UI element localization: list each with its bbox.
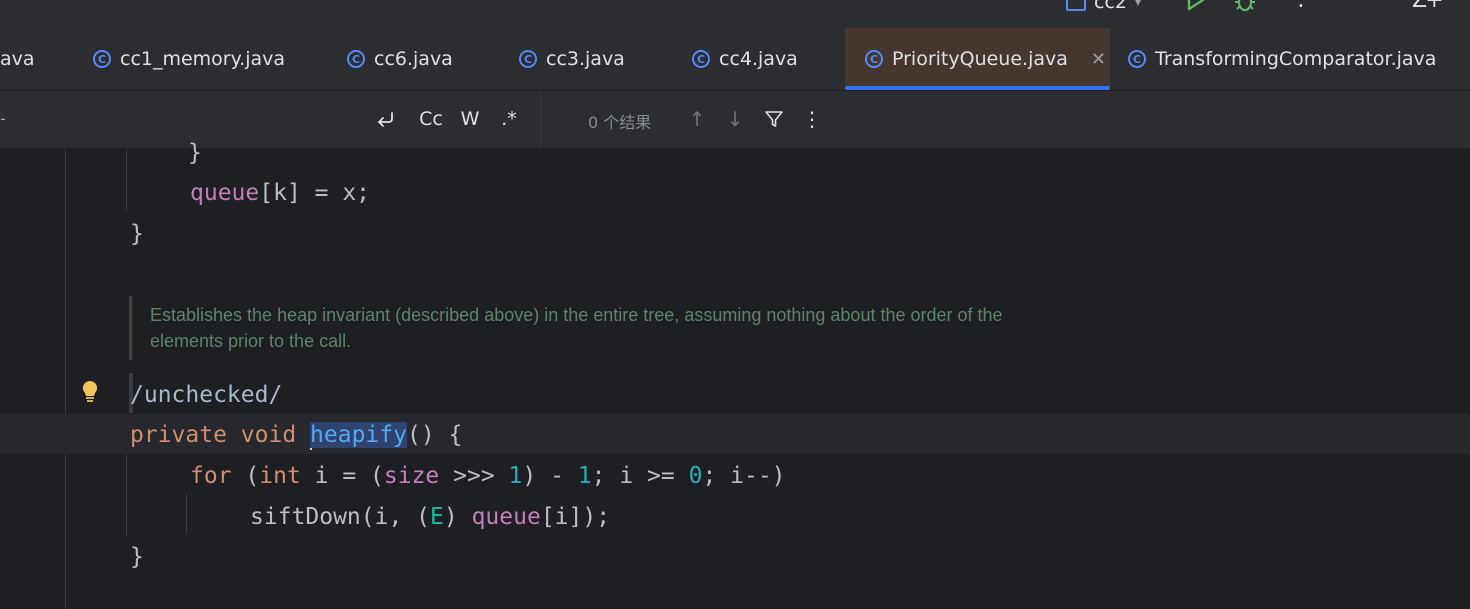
indent-guide — [126, 454, 127, 536]
code-line: } — [130, 221, 144, 247]
chevron-down-icon: ▾ — [1134, 0, 1142, 9]
tab-transformingcomparator[interactable]: C TransformingComparator.java — [1128, 28, 1436, 90]
add-icon[interactable]: Z+ — [1412, 0, 1443, 13]
tab-cc1-memory[interactable]: C cc1_memory.java — [93, 28, 285, 90]
close-icon[interactable]: ✕ — [1091, 49, 1106, 70]
lightbulb-icon[interactable] — [80, 380, 100, 404]
code-line: } — [188, 140, 202, 166]
find-bar-divider — [540, 91, 541, 148]
debug-icon[interactable] — [1232, 0, 1258, 14]
tab-label: cc6.java — [374, 48, 453, 70]
class-icon: C — [865, 50, 883, 68]
run-icon[interactable] — [1183, 0, 1207, 12]
match-case-button[interactable]: Cc — [416, 105, 446, 133]
filter-icon[interactable] — [761, 105, 787, 133]
annotation-text: /unchecked/ — [130, 382, 283, 408]
run-config-selector[interactable]: cc2 ▾ — [1066, 0, 1141, 13]
run-config-label: cc2 — [1094, 0, 1127, 13]
arrow-down-icon[interactable]: ↓ — [722, 105, 748, 133]
siftdown-line: siftDown(i, (E) queue[i]); — [250, 504, 611, 530]
main-toolbar: cc2 ▾ ⋮ Z+ — [0, 0, 1470, 28]
tab-label: cc3.java — [546, 48, 625, 70]
class-icon: C — [519, 50, 537, 68]
method-name: heapify — [310, 422, 407, 448]
tab-cc6[interactable]: C cc6.java — [347, 28, 453, 90]
tab-label: cc4.java — [719, 48, 798, 70]
tab-label: PriorityQueue.java — [892, 48, 1068, 70]
class-icon: C — [93, 50, 111, 68]
indent-guide — [186, 494, 187, 534]
tab-cc3[interactable]: C cc3.java — [519, 28, 625, 90]
doc-comment: Establishes the heap invariant (describe… — [129, 296, 1029, 360]
tab-label: ava — [0, 48, 35, 70]
config-icon — [1066, 0, 1086, 11]
code-editor[interactable]: } queue[k] = x; } Establishes the heap i… — [0, 140, 1470, 609]
class-icon: C — [1128, 50, 1146, 68]
tab-label: cc1_memory.java — [120, 48, 286, 70]
regex-button[interactable]: .* — [496, 105, 522, 133]
indent-guide — [126, 148, 127, 210]
tab-label: TransformingComparator.java — [1155, 48, 1437, 70]
newline-icon — [377, 112, 393, 127]
arrow-up-icon[interactable]: ↑ — [684, 105, 710, 133]
find-bar: - Cc W .* 0 个结果 ↑ ↓ ⋮ — [0, 91, 1470, 149]
gutter-divider — [65, 148, 66, 609]
more-icon[interactable]: ⋮ — [1290, 0, 1312, 11]
editor-tab-bar: ava C cc1_memory.java C cc6.java C cc3.j… — [0, 28, 1470, 91]
for-loop-line: for (int i = (size >>> 1) - 1; i >= 0; i… — [190, 463, 786, 489]
tab-previous-java[interactable]: ava — [0, 28, 35, 90]
tab-cc4[interactable]: C cc4.java — [692, 28, 798, 90]
code-line: } — [130, 544, 144, 570]
class-icon: C — [347, 50, 365, 68]
search-field-edge[interactable]: - — [0, 109, 6, 128]
class-icon: C — [692, 50, 710, 68]
whole-words-button[interactable]: W — [457, 105, 483, 133]
tab-priorityqueue[interactable]: C PriorityQueue.java ✕ — [845, 28, 1110, 90]
search-result-count: 0 个结果 — [588, 113, 652, 132]
method-declaration: private void heapify() { — [130, 421, 463, 450]
more-options-icon[interactable]: ⋮ — [799, 105, 825, 133]
code-line: queue[k] = x; — [190, 180, 371, 206]
newline-toggle-button[interactable] — [372, 105, 400, 133]
